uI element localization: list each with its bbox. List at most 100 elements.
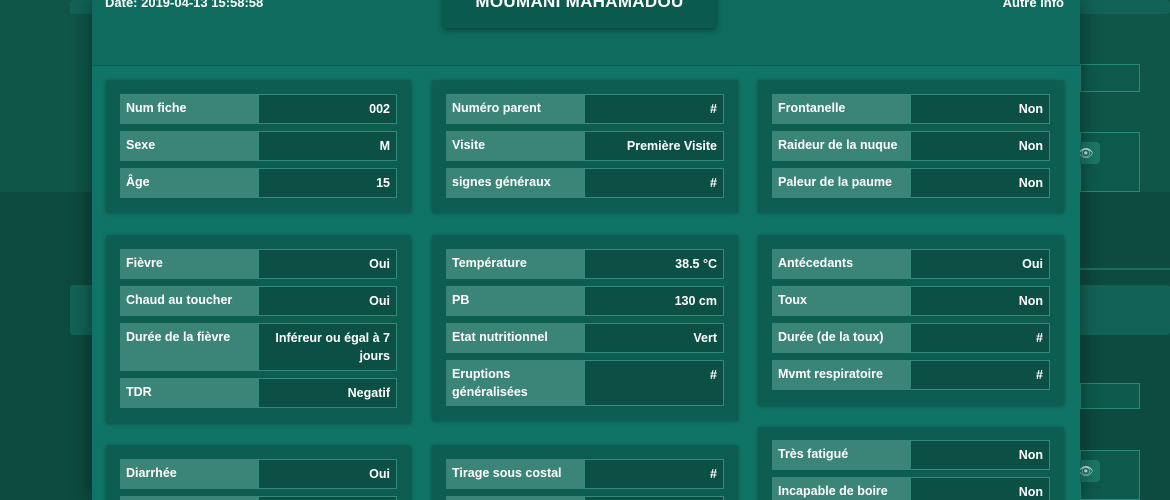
patient-name: MOUMANI MAHAMADOU (475, 0, 684, 11)
field-row: Diarrhée Oui (120, 459, 397, 489)
field-label: Durée (de la toux) (772, 323, 910, 353)
field-label: signes généraux (446, 168, 584, 198)
field-label: Etat nutritionnel (446, 323, 584, 353)
field-label: Incapable de boire (772, 477, 910, 500)
field-row: TDR Negatif (120, 378, 397, 408)
field-row: Fièvre Oui (120, 249, 397, 279)
info-card-visit: Numéro parent # Visite Première Visite sig… (432, 80, 738, 212)
field-value: # (584, 360, 724, 406)
field-row: Durée de la fièvre Inféreur ou égal à 7 j… (120, 323, 397, 371)
field-label: Raideur de la nuque (772, 131, 910, 161)
info-card-breathing: Tirage sous costal # (432, 445, 738, 500)
field-value: Non (910, 440, 1050, 470)
patient-name-box: MOUMANI MAHAMADOU (443, 0, 716, 28)
field-label: Durée de la fièvre (120, 323, 258, 371)
field-row: Eruptions généralisées # (446, 360, 724, 406)
field-label: Mvmt respiratoire (772, 360, 910, 390)
field-row: Toux Non (772, 286, 1050, 316)
field-label: Très fatigué (772, 440, 910, 470)
info-card-diarrhea: Diarrhée Oui (106, 445, 411, 500)
field-label: Température (446, 249, 584, 279)
field-row: Raideur de la nuque Non (772, 131, 1050, 161)
field-label: Eruptions généralisées (446, 360, 584, 406)
field-value: Non (910, 286, 1050, 316)
field-row (446, 496, 724, 500)
field-row: Visite Première Visite (446, 131, 724, 161)
field-value: Non (910, 131, 1050, 161)
field-value: Oui (258, 249, 397, 279)
patient-detail-modal: Date: 2019-04-13 15:58:58 MOUMANI MAHAMA… (92, 0, 1080, 500)
field-label: Toux (772, 286, 910, 316)
info-card-fever: Fièvre Oui Chaud au toucher Oui Durée de l… (106, 235, 411, 423)
field-value: # (584, 94, 724, 124)
modal-header: Date: 2019-04-13 15:58:58 MOUMANI MAHAMA… (92, 0, 1080, 66)
field-label: PB (446, 286, 584, 316)
field-value: Oui (910, 249, 1050, 279)
field-value: Non (910, 168, 1050, 198)
field-row: Numéro parent # (446, 94, 724, 124)
record-date: Date: 2019-04-13 15:58:58 (105, 0, 264, 10)
field-row: Âge 15 (120, 168, 397, 198)
field-row: Très fatigué Non (772, 440, 1050, 470)
field-row: Paleur de la paume Non (772, 168, 1050, 198)
field-row: Frontanelle Non (772, 94, 1050, 124)
field-value (584, 496, 724, 500)
field-label: Diarrhée (120, 459, 258, 489)
field-row (120, 496, 397, 500)
field-label: Num fiche (120, 94, 258, 124)
background-input (1080, 64, 1140, 92)
field-row: Sexe M (120, 131, 397, 161)
field-label: Fièvre (120, 249, 258, 279)
field-value: # (910, 360, 1050, 390)
field-value: 38.5 °C (584, 249, 724, 279)
field-value: Inféreur ou égal à 7 jours (258, 323, 397, 371)
info-card-danger-signs: Très fatigué Non Incapable de boire Non (758, 427, 1064, 500)
screen: 👁 👁 Date: 2019-04-13 15:58:58 MOUMANI MA… (0, 0, 1170, 500)
field-row: Incapable de boire Non (772, 477, 1050, 500)
field-row: Température 38.5 °C (446, 249, 724, 279)
field-value: Negatif (258, 378, 397, 408)
field-value: 15 (258, 168, 397, 198)
field-value: # (584, 459, 724, 489)
field-row: Tirage sous costal # (446, 459, 724, 489)
field-row: signes généraux # (446, 168, 724, 198)
field-value: Oui (258, 459, 397, 489)
field-row: Antécedants Oui (772, 249, 1050, 279)
field-label: Sexe (120, 131, 258, 161)
field-value: Vert (584, 323, 724, 353)
field-value: 002 (258, 94, 397, 124)
field-row: Mvmt respiratoire # (772, 360, 1050, 390)
info-card-identity: Num fiche 002 Sexe M Âge 15 (106, 80, 411, 212)
info-card-cough: Antécedants Oui Toux Non Durée (de la toux… (758, 235, 1064, 405)
field-value: Oui (258, 286, 397, 316)
field-value: M (258, 131, 397, 161)
field-row: PB 130 cm (446, 286, 724, 316)
field-label: Âge (120, 168, 258, 198)
background-divider (1080, 268, 1170, 270)
field-label: Paleur de la paume (772, 168, 910, 198)
field-value: Non (910, 94, 1050, 124)
field-label: Chaud au toucher (120, 286, 258, 316)
field-value: # (910, 323, 1050, 353)
field-row: Etat nutritionnel Vert (446, 323, 724, 353)
field-value: Non (910, 477, 1050, 500)
info-card-neuro: Frontanelle Non Raideur de la nuque Non Pa… (758, 80, 1064, 212)
field-label: Visite (446, 131, 584, 161)
field-row: Num fiche 002 (120, 94, 397, 124)
field-label (446, 496, 584, 500)
field-label: Tirage sous costal (446, 459, 584, 489)
field-label (120, 496, 258, 500)
field-label: Numéro parent (446, 94, 584, 124)
field-value: 130 cm (584, 286, 724, 316)
info-card-measurements: Température 38.5 °C PB 130 cm Etat nutriti… (432, 235, 738, 420)
field-label: Frontanelle (772, 94, 910, 124)
field-value (258, 496, 397, 500)
background-input (1080, 383, 1140, 409)
field-label: TDR (120, 378, 258, 408)
field-value: # (584, 168, 724, 198)
field-value: Première Visite (584, 131, 724, 161)
other-info-link[interactable]: Autre info (1003, 0, 1064, 10)
field-row: Durée (de la toux) # (772, 323, 1050, 353)
field-row: Chaud au toucher Oui (120, 286, 397, 316)
field-label: Antécedants (772, 249, 910, 279)
